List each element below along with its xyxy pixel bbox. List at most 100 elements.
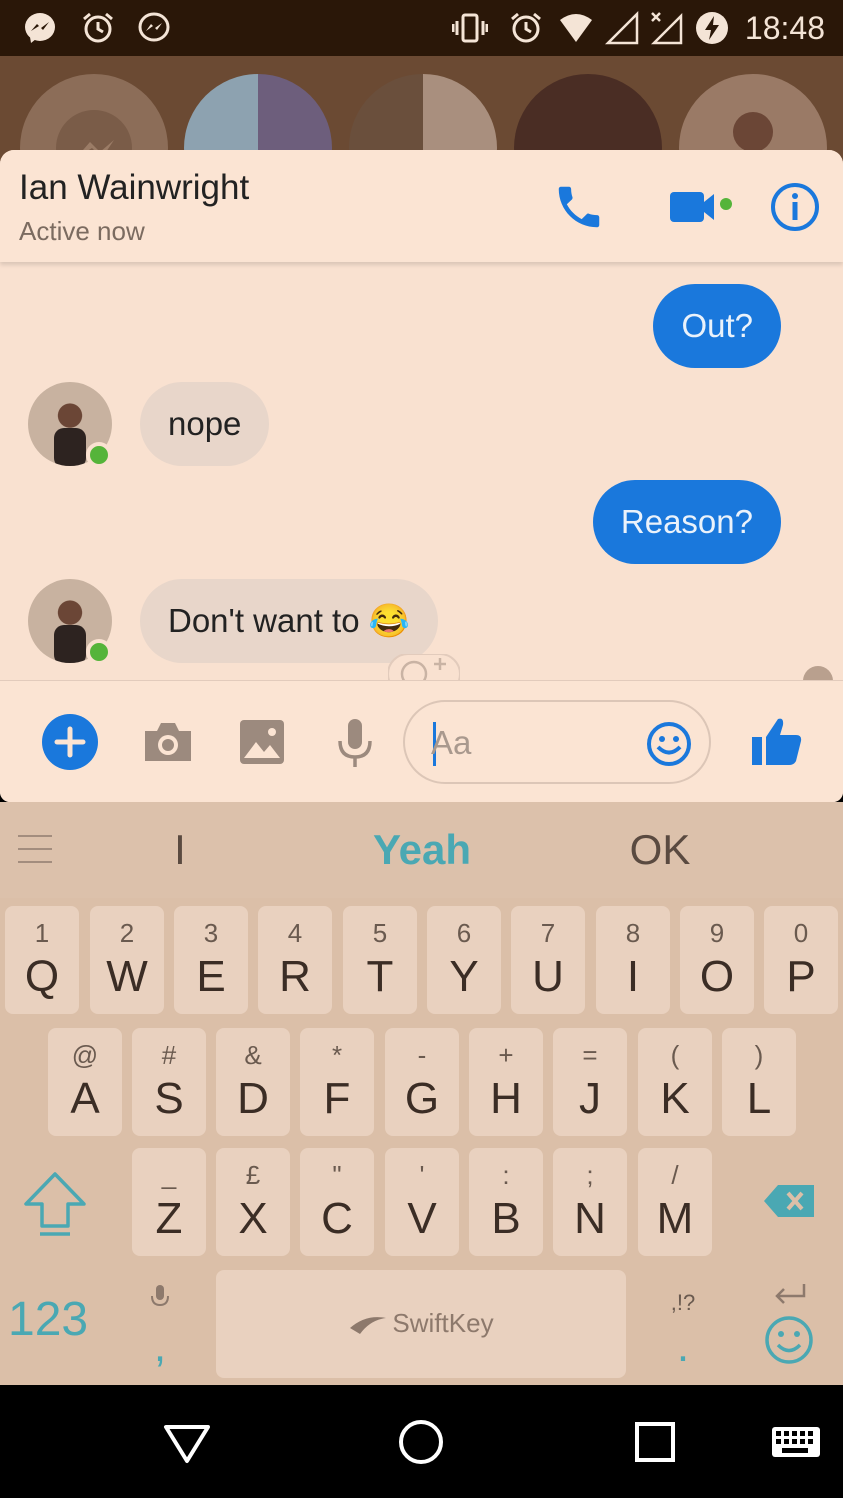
key-e[interactable]: 3E <box>174 906 248 1014</box>
key-sub: 5 <box>372 918 388 948</box>
key-sub: * <box>331 1040 343 1070</box>
key-label: C <box>321 1194 353 1243</box>
key-sub: ' <box>419 1160 425 1190</box>
back-button[interactable] <box>152 1407 222 1477</box>
contact-name[interactable]: Ian Wainwright <box>19 168 249 208</box>
message-input-field[interactable] <box>403 700 711 784</box>
key-label: L <box>746 1074 772 1123</box>
key-sub: : <box>502 1160 510 1190</box>
key-label: S <box>154 1074 184 1123</box>
key-label: G <box>404 1074 440 1123</box>
info-button[interactable] <box>768 180 822 234</box>
add-reaction-icon[interactable] <box>388 654 460 680</box>
key-label: I <box>626 952 640 1001</box>
key-o[interactable]: 9O <box>680 906 754 1014</box>
key-s[interactable]: # S <box>132 1028 206 1136</box>
thumbs-up-icon <box>752 718 802 765</box>
emoji-icon[interactable] <box>645 720 693 768</box>
space-key[interactable]: SwiftKey <box>216 1270 626 1378</box>
comma-label: , <box>153 1322 167 1371</box>
status-bar: 18:48 <box>0 0 843 56</box>
key-n[interactable]: ; N <box>553 1148 627 1256</box>
swiftkey-logo-icon <box>350 1317 387 1335</box>
key-c[interactable]: " C <box>300 1148 374 1256</box>
key-m[interactable]: / M <box>638 1148 712 1256</box>
enter-emoji-key[interactable] <box>748 1272 832 1382</box>
navigation-bar <box>0 1385 843 1498</box>
chat-header: Ian Wainwright Active now <box>0 150 843 262</box>
video-call-button[interactable] <box>668 180 738 234</box>
key-sub: _ <box>161 1160 177 1190</box>
info-icon <box>771 183 819 231</box>
key-q[interactable]: 1Q <box>5 906 79 1014</box>
key-label: Q <box>24 952 60 1001</box>
voice-call-button[interactable] <box>552 180 606 234</box>
comma-key[interactable]: , <box>132 1270 188 1378</box>
key-r[interactable]: 4R <box>258 906 332 1014</box>
suggestion-left[interactable]: I <box>130 826 230 874</box>
key-u[interactable]: 7U <box>511 906 585 1014</box>
key-sub: 0 <box>793 918 809 948</box>
key-sub: ( <box>670 1040 680 1070</box>
message-bubble-incoming[interactable]: Don't want to 😂 <box>140 579 438 663</box>
key-d[interactable]: & D <box>216 1028 290 1136</box>
key-sub: - <box>417 1040 427 1070</box>
key-v[interactable]: ' V <box>385 1148 459 1256</box>
message-input[interactable] <box>431 720 631 766</box>
period-label: . <box>676 1322 690 1371</box>
video-camera-icon <box>670 192 732 222</box>
phone-icon <box>558 186 600 228</box>
gallery-button[interactable] <box>233 713 291 771</box>
message-bubble-outgoing[interactable]: Out? <box>653 284 781 368</box>
key-sub: # <box>161 1040 177 1070</box>
key-g[interactable]: -G <box>385 1028 459 1136</box>
key-label: W <box>106 952 148 1001</box>
keyboard-menu-icon[interactable] <box>18 834 52 864</box>
key-a[interactable]: @ A <box>48 1028 122 1136</box>
key-sub: 4 <box>287 918 303 948</box>
message-bubble-outgoing[interactable]: Reason? <box>592 480 781 564</box>
backspace-key[interactable] <box>748 1148 832 1254</box>
microphone-icon <box>151 1285 169 1307</box>
home-button[interactable] <box>386 1407 456 1477</box>
key-label: T <box>366 952 394 1001</box>
key-label: P <box>786 952 816 1001</box>
key-y[interactable]: 6Y <box>427 906 501 1014</box>
key-k[interactable]: (K <box>638 1028 712 1136</box>
key-l[interactable]: ) L <box>722 1028 796 1136</box>
swiftkey-label: SwiftKey <box>392 1308 494 1338</box>
key-f[interactable]: * F <box>300 1028 374 1136</box>
key-sub: ) <box>754 1040 764 1070</box>
key-h[interactable]: + H <box>469 1028 543 1136</box>
period-key[interactable]: ,!? . <box>650 1270 716 1378</box>
message-bubble-incoming[interactable]: nope <box>140 382 270 466</box>
voice-message-button[interactable] <box>326 713 384 771</box>
key-sub: @ <box>71 1040 99 1070</box>
key-w[interactable]: 2W <box>90 906 164 1014</box>
key-label: F <box>323 1074 351 1123</box>
key-b[interactable]: :B <box>469 1148 543 1256</box>
numbers-key[interactable]: 123 <box>8 1292 108 1352</box>
more-actions-button[interactable] <box>41 713 99 771</box>
like-button[interactable] <box>748 713 806 771</box>
camera-button[interactable] <box>139 713 197 771</box>
recents-button[interactable] <box>620 1407 690 1477</box>
key-z[interactable]: _ Z <box>132 1148 206 1256</box>
key-label: N <box>574 1194 606 1243</box>
alarm-icon <box>511 12 541 43</box>
battery-charging-icon <box>696 12 728 44</box>
suggestion-center[interactable]: Yeah <box>322 826 522 874</box>
key-sub: & <box>244 1040 262 1070</box>
key-t[interactable]: 5T <box>343 906 417 1014</box>
key-x[interactable]: £ X <box>216 1148 290 1256</box>
alarm-icon <box>83 12 113 43</box>
shift-key[interactable] <box>12 1148 98 1254</box>
signal-icon <box>604 10 639 45</box>
key-j[interactable]: = J <box>553 1028 627 1136</box>
key-p[interactable]: 0P <box>764 906 838 1014</box>
key-i[interactable]: 8I <box>596 906 670 1014</box>
keyboard-switcher-button[interactable] <box>760 1407 830 1477</box>
messenger-icon <box>25 13 55 43</box>
suggestion-right[interactable]: OK <box>580 826 740 874</box>
period-sub: ,!? <box>670 1290 696 1315</box>
